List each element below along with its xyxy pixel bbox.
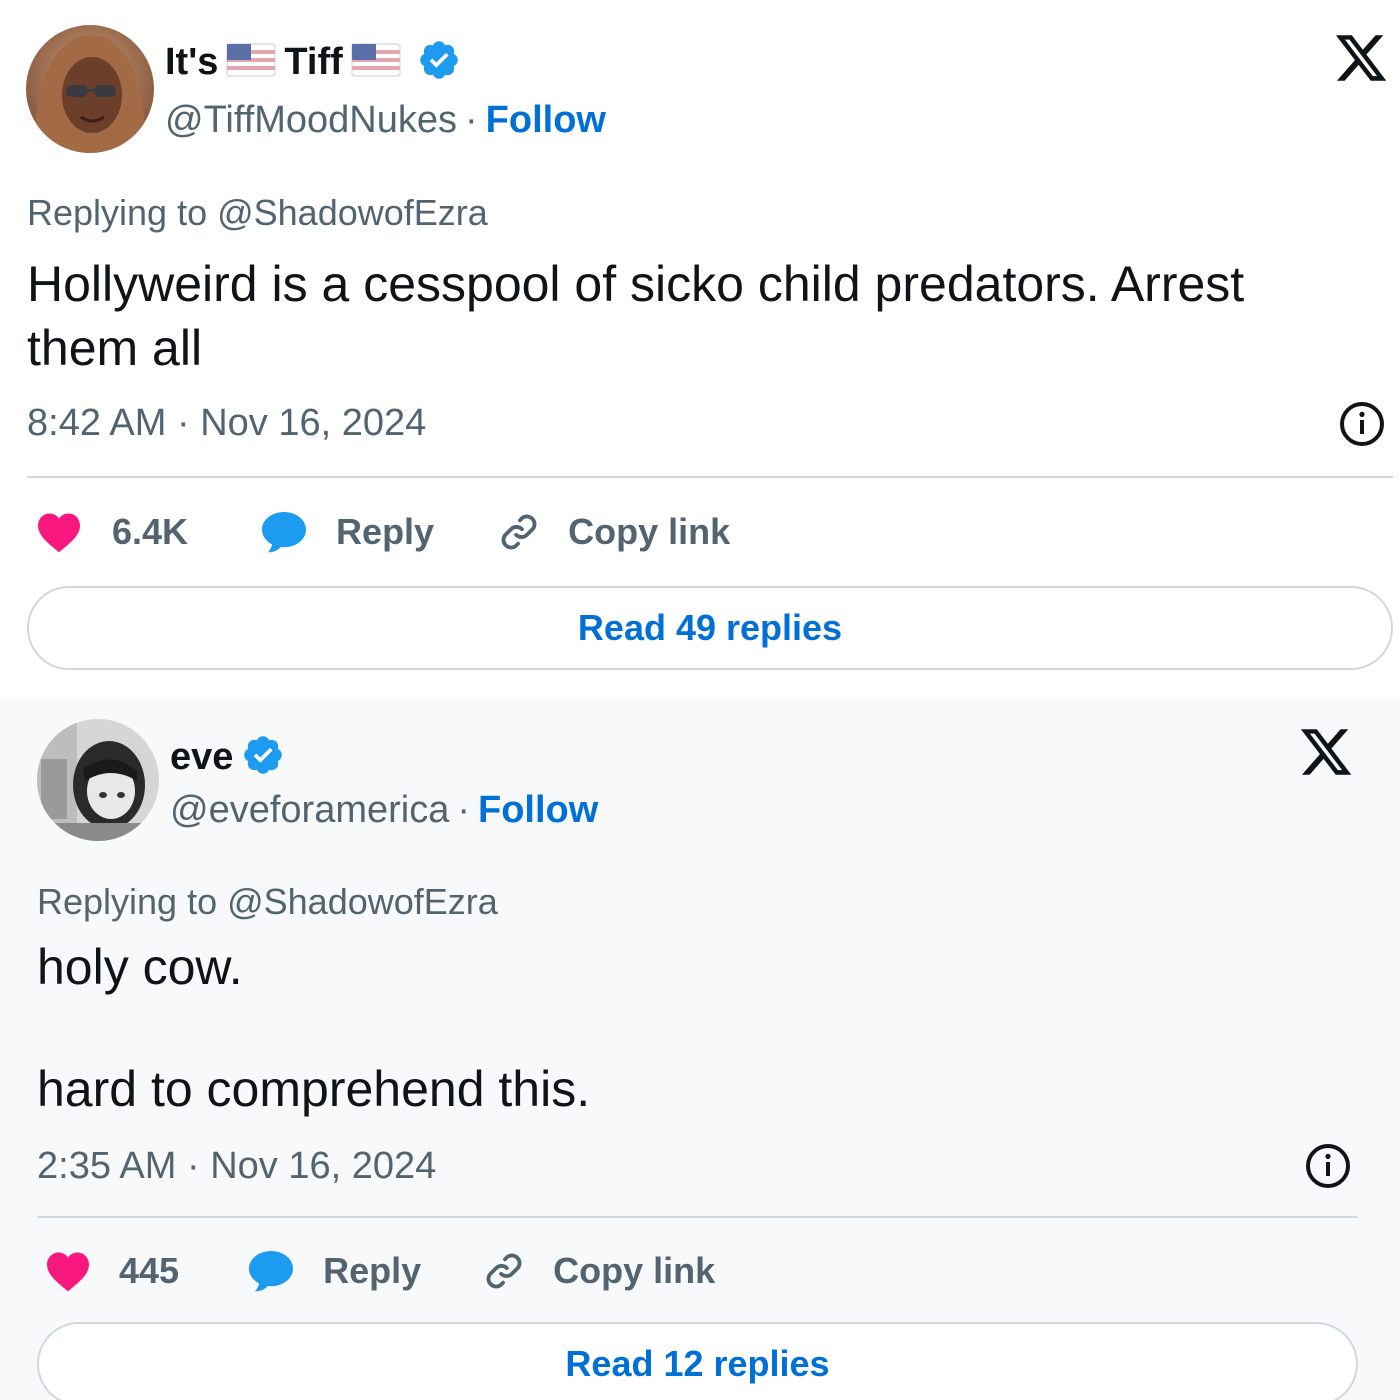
link-icon (481, 1248, 527, 1294)
speech-bubble-icon (247, 1249, 295, 1293)
x-logo-icon[interactable] (1297, 724, 1355, 785)
avatar[interactable] (37, 719, 159, 841)
verified-badge-icon (417, 38, 461, 87)
tweet-timestamp[interactable]: 8:42 AM · Nov 16, 2024 (27, 402, 426, 445)
read-replies-button[interactable]: Read 49 replies (27, 586, 1393, 670)
tweet-text: Hollyweird is a cesspool of sicko child … (27, 256, 1259, 376)
us-flag-icon (351, 42, 401, 83)
replying-to: Replying to @ShadowofEzra (27, 192, 488, 233)
like-button[interactable]: 6.4K (36, 511, 188, 553)
speech-bubble-icon (260, 510, 308, 554)
author-handle[interactable]: @TiffMoodNukes (165, 99, 457, 142)
divider (37, 1216, 1358, 1218)
read-replies-button[interactable]: Read 12 replies (37, 1322, 1358, 1400)
like-button[interactable]: 445 (45, 1250, 179, 1292)
tweet-timestamp[interactable]: 2:35 AM · Nov 16, 2024 (37, 1145, 436, 1188)
link-icon (496, 509, 542, 555)
replying-to: Replying to @ShadowofEzra (37, 881, 498, 922)
x-logo-icon[interactable] (1332, 30, 1390, 91)
display-name-suffix[interactable]: Tiff (284, 41, 342, 84)
heart-icon (36, 511, 82, 553)
info-icon[interactable] (1304, 1142, 1352, 1195)
author-handle[interactable]: @eveforamerica (170, 789, 449, 832)
tweet-card-tiff: It's Tiff @TiffMoodNukes · Follow Replyi… (0, 0, 1400, 690)
follow-button[interactable]: Follow (478, 789, 598, 832)
author-name-row: eve (170, 735, 285, 779)
copy-link-button[interactable]: Copy link (481, 1248, 715, 1294)
author-name-row: It's Tiff (165, 40, 461, 84)
handle-row: @eveforamerica · Follow (170, 788, 598, 832)
handle-row: @TiffMoodNukes · Follow (165, 98, 606, 142)
like-count: 6.4K (112, 511, 189, 552)
copy-link-label: Copy link (568, 511, 731, 552)
tweet-text: holy cow. hard to comprehend this. (37, 939, 591, 1117)
copy-link-button[interactable]: Copy link (496, 509, 730, 555)
reply-button[interactable]: Reply (260, 510, 434, 554)
reply-button[interactable]: Reply (247, 1249, 421, 1293)
action-bar: 445 Reply Copy link (45, 1245, 715, 1297)
follow-button[interactable]: Follow (486, 99, 606, 142)
copy-link-label: Copy link (553, 1250, 716, 1291)
verified-badge-icon (241, 733, 285, 782)
avatar[interactable] (26, 25, 154, 153)
us-flag-icon (226, 42, 276, 83)
reply-label: Reply (336, 511, 435, 552)
action-bar: 6.4K Reply Copy link (36, 506, 730, 558)
screenshot-canvas: It's Tiff @TiffMoodNukes · Follow Replyi… (0, 0, 1400, 1400)
tweet-card-eve: eve @eveforamerica · Follow Replying to … (0, 700, 1400, 1400)
reply-label: Reply (323, 1250, 422, 1291)
info-icon[interactable] (1338, 400, 1386, 453)
handle-separator: · (465, 98, 478, 141)
display-name[interactable]: eve (170, 736, 233, 779)
divider (27, 476, 1393, 478)
display-name[interactable]: It's (165, 41, 218, 84)
handle-separator: · (457, 788, 470, 831)
heart-icon (45, 1250, 91, 1292)
like-count: 445 (119, 1250, 180, 1291)
